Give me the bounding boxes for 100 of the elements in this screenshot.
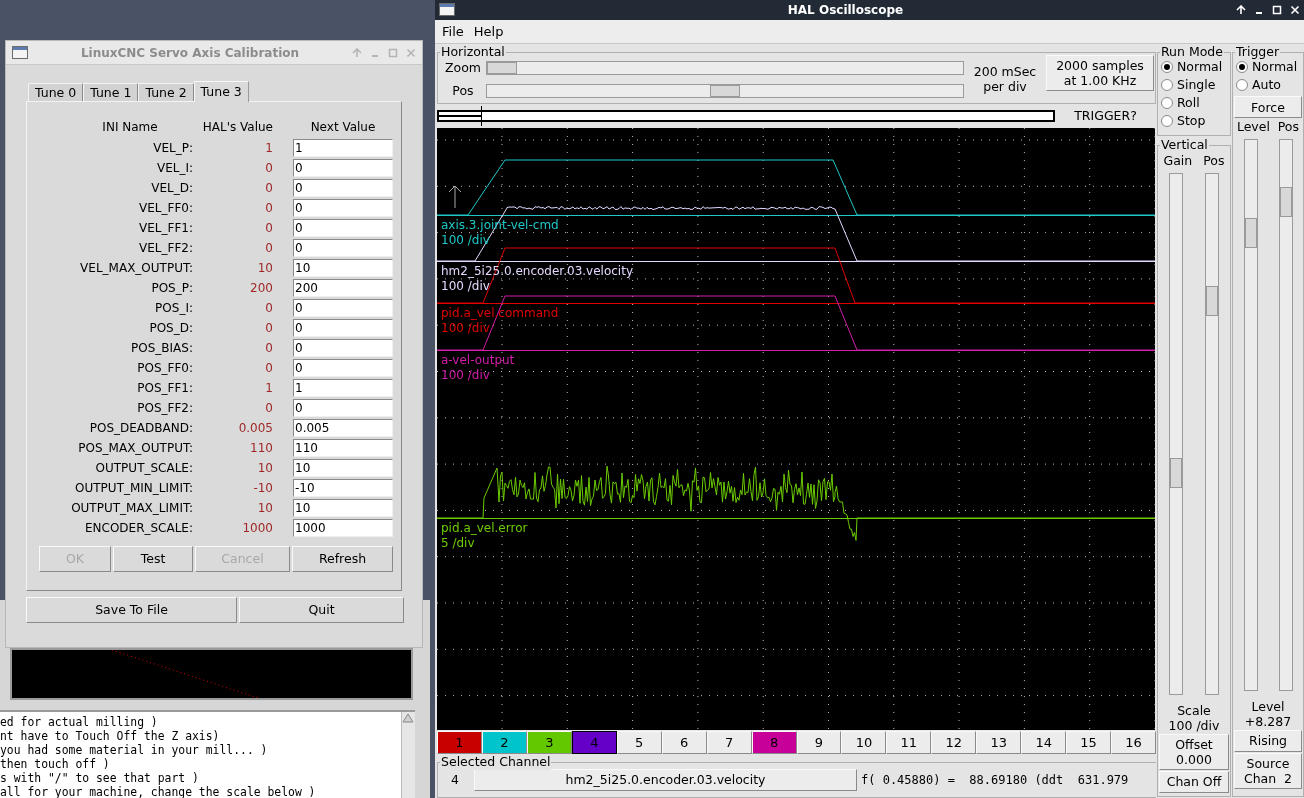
edge-button[interactable]: Rising	[1234, 729, 1302, 752]
channel-button[interactable]: 6	[661, 731, 707, 754]
slider[interactable]	[486, 84, 964, 99]
radio-label: Single	[1177, 75, 1216, 94]
radio-button[interactable]	[1161, 79, 1173, 91]
value-field[interactable]: 0	[293, 359, 393, 377]
slider[interactable]	[486, 61, 964, 76]
parameter-label: OUTPUT_MIN_LIMIT:	[74, 480, 193, 497]
tab[interactable]: Tune 1	[83, 83, 139, 101]
parameter-label: POS_MAX_OUTPUT:	[77, 440, 193, 457]
slider-thumb[interactable]	[1244, 217, 1257, 248]
parameter-label: VEL_D:	[150, 180, 193, 197]
slider[interactable]	[1243, 138, 1258, 691]
channel-button[interactable]: 2	[481, 731, 527, 754]
slider-thumb[interactable]	[1279, 186, 1292, 217]
hal-value: 0	[264, 360, 273, 377]
slider[interactable]	[1169, 172, 1183, 695]
value-field[interactable]: 10	[293, 259, 393, 277]
samples-button[interactable]: 2000 samples at 1.00 KHz	[1046, 55, 1154, 91]
menu-item[interactable]: File	[442, 21, 464, 41]
trace-scale: 5 /div	[441, 536, 476, 551]
dialog-button[interactable]: Refresh	[292, 546, 393, 572]
trigger-status: TRIGGER?	[1073, 106, 1138, 125]
radio-button[interactable]	[1161, 61, 1173, 73]
channel-button[interactable]: 13	[976, 731, 1022, 754]
hal-value: 0	[264, 320, 273, 337]
parameter-label: VEL_FF2:	[138, 240, 193, 257]
value-field[interactable]: 0.005	[293, 419, 393, 437]
trigger-arrow-icon	[448, 185, 462, 209]
value-field[interactable]: 1000	[293, 519, 393, 537]
tab[interactable]: Tune 3	[193, 81, 249, 102]
channel-button[interactable]: 10	[841, 731, 887, 754]
channel-button[interactable]: 12	[931, 731, 977, 754]
value-field[interactable]: 0	[293, 159, 393, 177]
group-title: Trigger	[1235, 44, 1281, 60]
scroll-up-icon[interactable]	[402, 712, 414, 724]
offset-button[interactable]: Offset 0.000	[1159, 733, 1229, 770]
channel-button[interactable]: 3	[526, 731, 572, 754]
value-field[interactable]: 0	[293, 199, 393, 217]
radio-button[interactable]	[1236, 61, 1248, 73]
radio-label: Stop	[1177, 111, 1206, 130]
value-field[interactable]: 10	[293, 459, 393, 477]
value-field[interactable]: 0	[293, 219, 393, 237]
channel-number: 4	[450, 770, 460, 789]
slider[interactable]	[1278, 138, 1293, 691]
value-field[interactable]: 0	[293, 239, 393, 257]
value-field[interactable]: 0	[293, 179, 393, 197]
parameter-label: OUTPUT_SCALE:	[94, 460, 193, 477]
channel-name-button[interactable]: hm2_5i25.0.encoder.03.velocity	[474, 769, 857, 791]
value-field[interactable]: 0	[293, 339, 393, 357]
tab[interactable]: Tune 0	[28, 83, 84, 101]
dialog-button[interactable]: Quit	[239, 597, 404, 623]
rate-label: 200 mSec per div	[972, 63, 1038, 96]
slider-label: Pos	[1203, 152, 1225, 170]
slider[interactable]	[1205, 172, 1219, 695]
value-field[interactable]: 1	[293, 139, 393, 157]
slider-thumb[interactable]	[1206, 286, 1218, 317]
hal-value: 10	[256, 260, 273, 277]
channel-button[interactable]: 7	[706, 731, 752, 754]
scrollbar[interactable]	[401, 712, 415, 798]
slider-thumb[interactable]	[487, 62, 517, 75]
radio-button[interactable]	[1161, 97, 1173, 109]
chan-off-button[interactable]: Chan Off	[1159, 770, 1229, 793]
dialog-button[interactable]: Save To File	[26, 597, 237, 623]
source-button[interactable]: Source Chan 2	[1234, 752, 1302, 789]
window-title: HAL Oscilloscope	[786, 1, 905, 19]
value-field[interactable]: 0	[293, 319, 393, 337]
dialog-button[interactable]: Test	[113, 546, 193, 572]
channel-button[interactable]: 8	[751, 731, 797, 754]
value-field[interactable]: 1	[293, 379, 393, 397]
slider-label: Zoom	[443, 59, 482, 77]
value-field[interactable]: 110	[293, 439, 393, 457]
column-header: Next Value	[310, 119, 376, 136]
trace-label: a-vel-output	[441, 353, 515, 368]
trace-label: hm2_5i25.0.encoder.03.velocity	[441, 264, 633, 279]
value-field[interactable]: 200	[293, 279, 393, 297]
channel-button[interactable]: 15	[1066, 731, 1112, 754]
tab[interactable]: Tune 2	[138, 83, 194, 101]
channel-button[interactable]: 9	[796, 731, 842, 754]
value-field[interactable]: 10	[293, 499, 393, 517]
slider-label: Gain	[1163, 152, 1193, 170]
force-button[interactable]: Force	[1234, 96, 1302, 118]
radio-button[interactable]	[1161, 115, 1173, 127]
channel-button[interactable]: 11	[886, 731, 932, 754]
value-field[interactable]: -10	[293, 479, 393, 497]
log-line: s with "/" to see that part )	[0, 771, 200, 785]
slider-thumb[interactable]	[710, 85, 740, 98]
slider-label: Pos	[1277, 118, 1300, 136]
channel-button[interactable]: 14	[1021, 731, 1067, 754]
slider-thumb[interactable]	[1170, 457, 1182, 488]
parameter-label: VEL_MAX_OUTPUT:	[79, 260, 193, 277]
menu-item[interactable]: Help	[473, 21, 504, 41]
radio-button[interactable]	[1236, 79, 1248, 91]
value-field[interactable]: 0	[293, 299, 393, 317]
slider-label: Level	[1236, 118, 1270, 136]
channel-button[interactable]: 16	[1111, 731, 1156, 754]
hal-value: 0	[264, 200, 273, 217]
radio-label: Normal	[1252, 58, 1298, 76]
value-field[interactable]: 0	[293, 399, 393, 417]
channel-button[interactable]: 5	[616, 731, 662, 754]
